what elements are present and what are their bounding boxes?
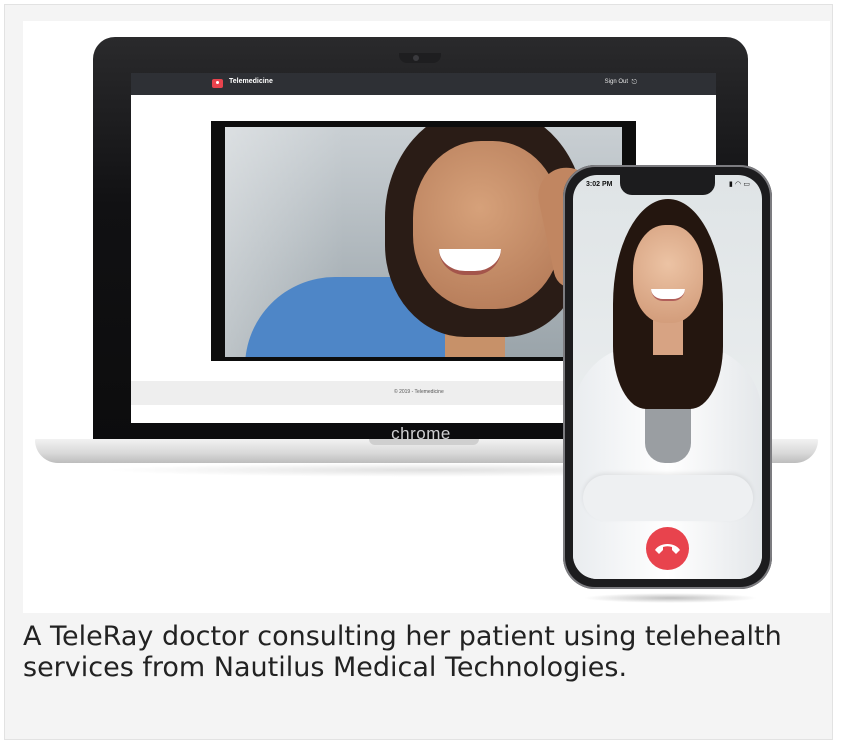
camera-icon [413, 55, 419, 61]
app-brand[interactable]: Telemedicine [229, 78, 273, 85]
end-call-button[interactable] [646, 527, 689, 570]
doctor-arms [583, 475, 753, 521]
doctor-face [633, 225, 703, 323]
sign-out-link[interactable]: Sign Out [605, 79, 628, 85]
status-icons: ▮ ◠ ▭ [729, 180, 750, 188]
signal-icon: ▮ [728, 180, 733, 188]
telemedicine-logo-icon[interactable] [212, 79, 223, 88]
phone-hangup-icon [655, 544, 680, 554]
battery-icon: ▭ [743, 180, 750, 188]
sign-out-icon[interactable]: ⎋ [631, 78, 637, 87]
phone-screen: 3:02 PM ▮ ◠ ▭ [573, 175, 762, 579]
footer-copyright: © 2019 - Telemedicine [394, 389, 444, 395]
phone-shadow [583, 593, 758, 603]
app-navbar: Telemedicine Sign Out ⎋ [131, 73, 716, 95]
figure-caption: A TeleRay doctor consulting her patient … [23, 621, 782, 683]
smartphone: 3:02 PM ▮ ◠ ▭ [563, 165, 772, 589]
laptop-notch [369, 439, 479, 445]
figure: Telemedicine Sign Out ⎋ © 2019 - Telemed… [4, 4, 833, 740]
telehealth-photo: Telemedicine Sign Out ⎋ © 2019 - Telemed… [23, 21, 830, 613]
phone-notch [620, 175, 715, 195]
patient-face [413, 141, 561, 309]
wifi-icon: ◠ [735, 180, 742, 188]
status-time: 3:02 PM [586, 181, 613, 188]
laptop-camera-bar [399, 53, 441, 63]
